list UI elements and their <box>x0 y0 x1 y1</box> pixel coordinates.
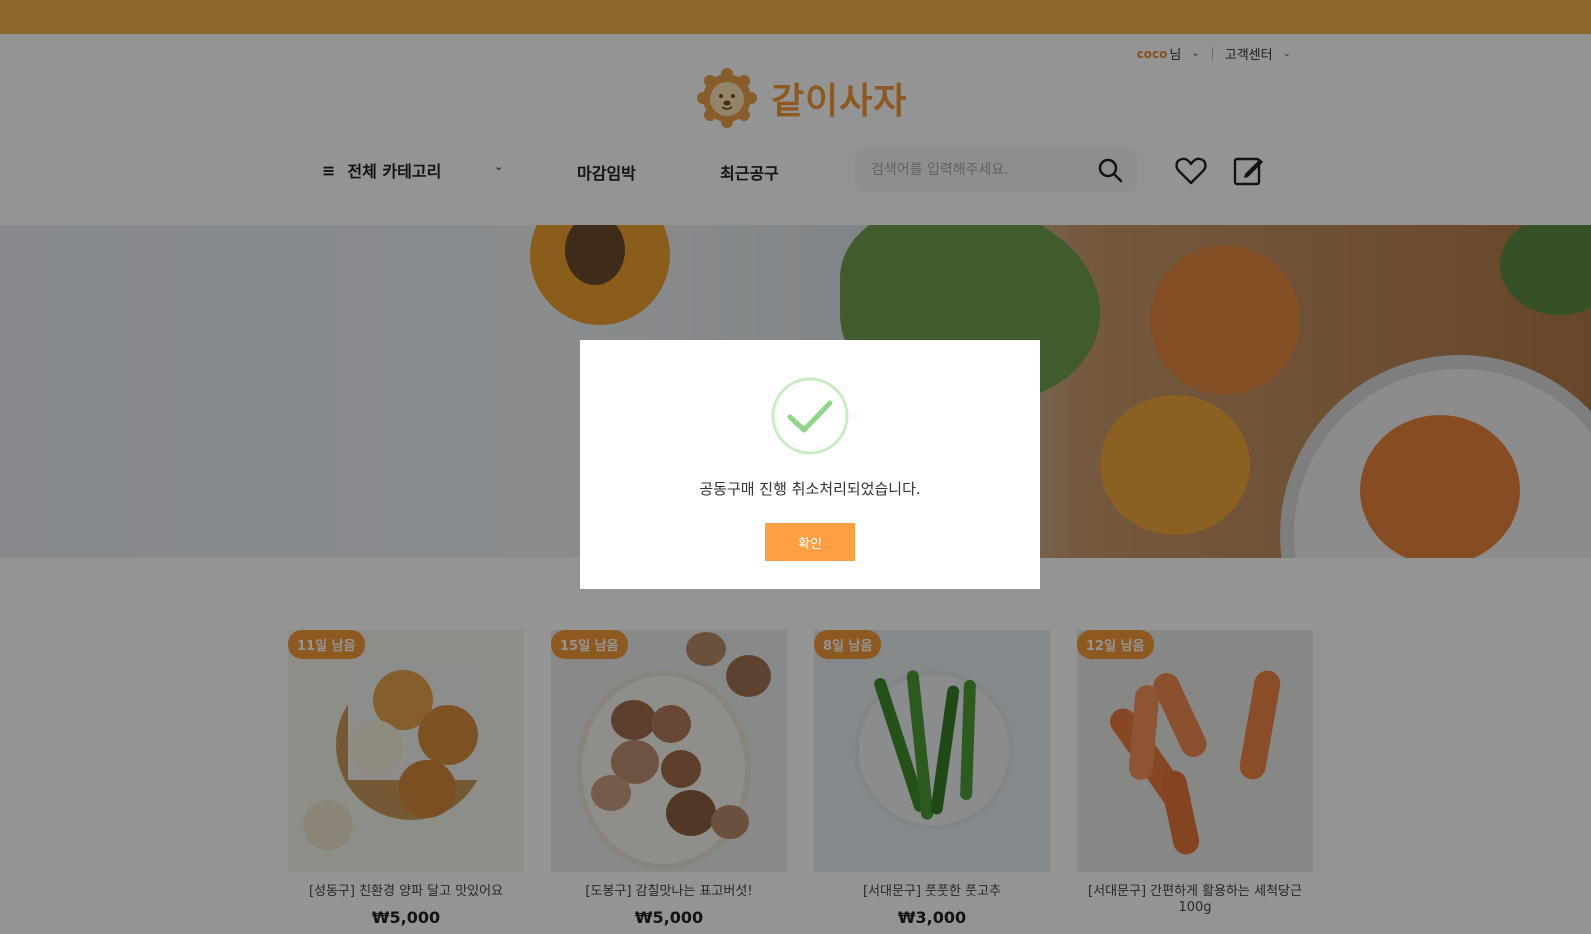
dialog-message: 공동구매 진행 취소처리되었습니다. <box>699 480 921 498</box>
check-circle-icon <box>771 377 849 455</box>
confirmation-dialog: 공동구매 진행 취소처리되었습니다. 확인 <box>580 340 1040 589</box>
confirm-button[interactable]: 확인 <box>765 523 855 561</box>
